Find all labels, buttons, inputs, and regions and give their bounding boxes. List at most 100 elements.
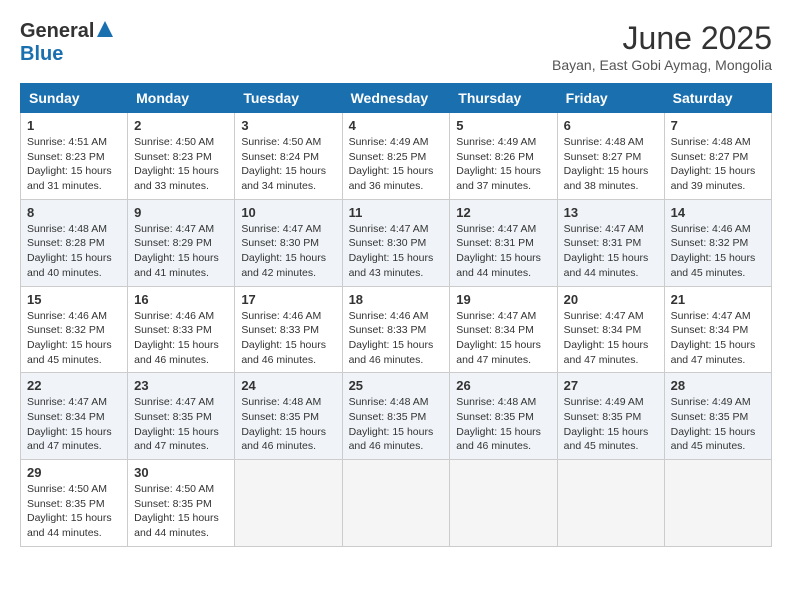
calendar-cell: 20 Sunrise: 4:47 AMSunset: 8:34 PMDayligh… [557, 286, 664, 373]
day-number: 26 [456, 378, 550, 393]
calendar-cell: 18 Sunrise: 4:46 AMSunset: 8:33 PMDayligh… [342, 286, 450, 373]
calendar-cell: 25Sunrise: 4:48 AMSunset: 8:35 PMDayligh… [342, 373, 450, 460]
calendar-cell [342, 460, 450, 547]
cell-sun-info: Sunrise: 4:49 AMSunset: 8:25 PMDaylight:… [349, 135, 444, 194]
cell-sun-info: Sunrise: 4:47 AMSunset: 8:34 PMDaylight:… [564, 309, 658, 368]
day-number: 16 [134, 292, 228, 307]
cell-sun-info: Sunrise: 4:48 AMSunset: 8:27 PMDaylight:… [564, 135, 658, 194]
day-number: 30 [134, 465, 228, 480]
cell-sun-info: Sunrise: 4:46 AMSunset: 8:33 PMDaylight:… [349, 309, 444, 368]
day-number: 24 [241, 378, 335, 393]
calendar-cell [235, 460, 342, 547]
day-number: 5 [456, 118, 550, 133]
day-number: 21 [671, 292, 765, 307]
cell-sun-info: Sunrise: 4:47 AMSunset: 8:35 PMDaylight:… [134, 395, 228, 454]
calendar-cell: 21 Sunrise: 4:47 AMSunset: 8:34 PMDayligh… [664, 286, 771, 373]
day-number: 4 [349, 118, 444, 133]
col-header-monday: Monday [128, 84, 235, 113]
location-subtitle: Bayan, East Gobi Aymag, Mongolia [552, 57, 772, 73]
day-number: 8 [27, 205, 121, 220]
day-number: 22 [27, 378, 121, 393]
day-number: 7 [671, 118, 765, 133]
calendar-cell: 26Sunrise: 4:48 AMSunset: 8:35 PMDayligh… [450, 373, 557, 460]
calendar-cell: 10Sunrise: 4:47 AMSunset: 8:30 PMDayligh… [235, 199, 342, 286]
day-number: 25 [349, 378, 444, 393]
day-number: 19 [456, 292, 550, 307]
page-header: General Blue June 2025 Bayan, East Gobi … [20, 20, 772, 73]
col-header-wednesday: Wednesday [342, 84, 450, 113]
calendar-cell: 2Sunrise: 4:50 AMSunset: 8:23 PMDaylight… [128, 113, 235, 200]
calendar-cell: 17 Sunrise: 4:46 AMSunset: 8:33 PMDayligh… [235, 286, 342, 373]
calendar-week-4: 22 Sunrise: 4:47 AMSunset: 8:34 PMDayligh… [21, 373, 772, 460]
cell-sun-info: Sunrise: 4:47 AMSunset: 8:31 PMDaylight:… [456, 222, 550, 281]
calendar-cell: 6 Sunrise: 4:48 AMSunset: 8:27 PMDaylight… [557, 113, 664, 200]
calendar-cell: 23 Sunrise: 4:47 AMSunset: 8:35 PMDayligh… [128, 373, 235, 460]
cell-sun-info: Sunrise: 4:48 AMSunset: 8:28 PMDaylight:… [27, 222, 121, 281]
day-number: 23 [134, 378, 228, 393]
calendar-cell: 24 Sunrise: 4:48 AMSunset: 8:35 PMDayligh… [235, 373, 342, 460]
cell-sun-info: Sunrise: 4:50 AMSunset: 8:35 PMDaylight:… [134, 482, 228, 541]
calendar-cell: 1Sunrise: 4:51 AMSunset: 8:23 PMDaylight… [21, 113, 128, 200]
day-number: 6 [564, 118, 658, 133]
cell-sun-info: Sunrise: 4:46 AMSunset: 8:32 PMDaylight:… [27, 309, 121, 368]
day-number: 12 [456, 205, 550, 220]
calendar-cell: 4 Sunrise: 4:49 AMSunset: 8:25 PMDaylight… [342, 113, 450, 200]
calendar-cell: 8 Sunrise: 4:48 AMSunset: 8:28 PMDaylight… [21, 199, 128, 286]
cell-sun-info: Sunrise: 4:48 AMSunset: 8:35 PMDaylight:… [241, 395, 335, 454]
cell-sun-info: Sunrise: 4:47 AMSunset: 8:34 PMDaylight:… [27, 395, 121, 454]
calendar-cell: 22 Sunrise: 4:47 AMSunset: 8:34 PMDayligh… [21, 373, 128, 460]
day-number: 15 [27, 292, 121, 307]
calendar-week-2: 8 Sunrise: 4:48 AMSunset: 8:28 PMDaylight… [21, 199, 772, 286]
day-number: 27 [564, 378, 658, 393]
cell-sun-info: Sunrise: 4:50 AMSunset: 8:35 PMDaylight:… [27, 482, 121, 541]
logo: General Blue [20, 20, 113, 66]
day-number: 28 [671, 378, 765, 393]
cell-sun-info: Sunrise: 4:47 AMSunset: 8:30 PMDaylight:… [241, 222, 335, 281]
calendar-cell: 15 Sunrise: 4:46 AMSunset: 8:32 PMDayligh… [21, 286, 128, 373]
col-header-friday: Friday [557, 84, 664, 113]
calendar-cell: 14 Sunrise: 4:46 AMSunset: 8:32 PMDayligh… [664, 199, 771, 286]
month-title: June 2025 [552, 20, 772, 57]
day-number: 14 [671, 205, 765, 220]
logo-triangle-icon [97, 21, 113, 42]
day-number: 13 [564, 205, 658, 220]
calendar-cell: 27Sunrise: 4:49 AMSunset: 8:35 PMDayligh… [557, 373, 664, 460]
calendar-cell: 13 Sunrise: 4:47 AMSunset: 8:31 PMDayligh… [557, 199, 664, 286]
day-number: 18 [349, 292, 444, 307]
calendar-week-3: 15 Sunrise: 4:46 AMSunset: 8:32 PMDayligh… [21, 286, 772, 373]
cell-sun-info: Sunrise: 4:46 AMSunset: 8:32 PMDaylight:… [671, 222, 765, 281]
cell-sun-info: Sunrise: 4:46 AMSunset: 8:33 PMDaylight:… [241, 309, 335, 368]
cell-sun-info: Sunrise: 4:49 AMSunset: 8:35 PMDaylight:… [671, 395, 765, 454]
cell-sun-info: Sunrise: 4:47 AMSunset: 8:34 PMDaylight:… [671, 309, 765, 368]
logo-general-text: General [20, 20, 94, 43]
calendar-week-1: 1Sunrise: 4:51 AMSunset: 8:23 PMDaylight… [21, 113, 772, 200]
calendar-cell: 12 Sunrise: 4:47 AMSunset: 8:31 PMDayligh… [450, 199, 557, 286]
cell-sun-info: Sunrise: 4:50 AMSunset: 8:24 PMDaylight:… [241, 135, 335, 194]
calendar-cell: 5 Sunrise: 4:49 AMSunset: 8:26 PMDaylight… [450, 113, 557, 200]
calendar-cell: 30 Sunrise: 4:50 AMSunset: 8:35 PMDayligh… [128, 460, 235, 547]
calendar-week-5: 29 Sunrise: 4:50 AMSunset: 8:35 PMDayligh… [21, 460, 772, 547]
day-number: 2 [134, 118, 228, 133]
calendar-cell: 9 Sunrise: 4:47 AMSunset: 8:29 PMDaylight… [128, 199, 235, 286]
cell-sun-info: Sunrise: 4:49 AMSunset: 8:26 PMDaylight:… [456, 135, 550, 194]
calendar-cell: 7 Sunrise: 4:48 AMSunset: 8:27 PMDaylight… [664, 113, 771, 200]
col-header-saturday: Saturday [664, 84, 771, 113]
day-number: 17 [241, 292, 335, 307]
day-number: 20 [564, 292, 658, 307]
calendar-cell: 16Sunrise: 4:46 AMSunset: 8:33 PMDayligh… [128, 286, 235, 373]
title-area: June 2025 Bayan, East Gobi Aymag, Mongol… [552, 20, 772, 73]
day-number: 29 [27, 465, 121, 480]
calendar-table: SundayMondayTuesdayWednesdayThursdayFrid… [20, 83, 772, 547]
calendar-cell [450, 460, 557, 547]
day-number: 1 [27, 118, 121, 133]
calendar-cell: 19Sunrise: 4:47 AMSunset: 8:34 PMDayligh… [450, 286, 557, 373]
cell-sun-info: Sunrise: 4:47 AMSunset: 8:29 PMDaylight:… [134, 222, 228, 281]
col-header-thursday: Thursday [450, 84, 557, 113]
cell-sun-info: Sunrise: 4:48 AMSunset: 8:27 PMDaylight:… [671, 135, 765, 194]
day-number: 9 [134, 205, 228, 220]
cell-sun-info: Sunrise: 4:47 AMSunset: 8:31 PMDaylight:… [564, 222, 658, 281]
col-header-tuesday: Tuesday [235, 84, 342, 113]
cell-sun-info: Sunrise: 4:47 AMSunset: 8:30 PMDaylight:… [349, 222, 444, 281]
logo-blue-text: Blue [20, 43, 63, 65]
day-number: 11 [349, 205, 444, 220]
